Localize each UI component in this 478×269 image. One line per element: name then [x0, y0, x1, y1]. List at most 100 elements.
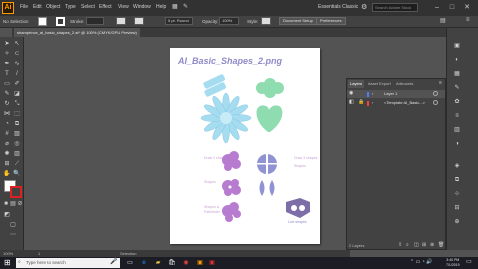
- layer-name[interactable]: <Template AI_Basic...>: [384, 99, 425, 107]
- stroke-weight-dropdown[interactable]: [86, 17, 104, 25]
- store-icon[interactable]: 🛍: [168, 259, 176, 267]
- layer-target-icon[interactable]: [433, 100, 438, 105]
- lasso-tool-icon[interactable]: ⊂: [13, 50, 21, 58]
- arrange-icon[interactable]: ▤: [440, 17, 446, 24]
- line-tool-icon[interactable]: /: [13, 70, 21, 78]
- brush-dropdown[interactable]: 5 pt. Round: [165, 17, 193, 25]
- gradient-panel-icon[interactable]: ▥: [453, 126, 461, 134]
- stroke-color-swatch[interactable]: [10, 186, 22, 198]
- graphic-style-swatch[interactable]: [261, 17, 271, 25]
- pathfinder-panel-icon[interactable]: ⊕: [453, 218, 461, 226]
- slice-tool-icon[interactable]: ⟋: [13, 160, 21, 168]
- new-sublayer-icon[interactable]: ⊞: [422, 242, 426, 248]
- menu-type[interactable]: Type: [65, 4, 76, 10]
- file-explorer-icon[interactable]: ▰: [154, 259, 162, 267]
- collect-export-icon[interactable]: ⇪: [398, 242, 402, 248]
- preferences-button[interactable]: Preferences: [316, 17, 346, 25]
- taskbar-search-input[interactable]: Type here to search: [16, 258, 120, 268]
- width-tool-icon[interactable]: ⋈: [3, 110, 11, 118]
- layers-panel-icon[interactable]: ◈: [453, 162, 461, 170]
- document-tab[interactable]: shamprince_ai_basic_shapes_2.ai* @ 100% …: [14, 28, 140, 37]
- eyedropper-tool-icon[interactable]: ⌀: [3, 140, 11, 148]
- zoom-level[interactable]: 100%: [3, 251, 13, 256]
- layer-expand-icon[interactable]: ›: [372, 100, 373, 105]
- eraser-tool-icon[interactable]: ◪: [13, 90, 21, 98]
- taskbar-clock[interactable]: 3:40 PM 7/1/2019: [446, 258, 460, 268]
- artboard-tool-icon[interactable]: ⊞: [3, 160, 11, 168]
- task-view-icon[interactable]: ▭: [126, 259, 134, 267]
- paintbrush-tool-icon[interactable]: ✐: [13, 80, 21, 88]
- menu-edit[interactable]: Edit: [33, 4, 42, 10]
- lock-icon[interactable]: 🔒: [358, 99, 364, 105]
- minimize-button[interactable]: –: [432, 3, 442, 13]
- locate-object-icon[interactable]: ⌕: [406, 242, 409, 248]
- column-graph-icon[interactable]: ▥: [13, 150, 21, 158]
- free-transform-icon[interactable]: ⬚: [13, 110, 21, 118]
- variable-width-dropdown[interactable]: [116, 17, 126, 25]
- edge-browser-icon[interactable]: e: [140, 259, 148, 267]
- direct-selection-tool-icon[interactable]: ↖: [13, 40, 21, 48]
- swatches-icon[interactable]: ▦: [453, 70, 461, 78]
- edit-toolbar-icon[interactable]: ⋯: [9, 231, 17, 239]
- rotate-tool-icon[interactable]: ↻: [3, 100, 11, 108]
- illustrator-taskbar-icon[interactable]: ▣: [196, 259, 204, 267]
- curvature-tool-icon[interactable]: ∿: [13, 60, 21, 68]
- layer-name[interactable]: Layer 1: [384, 90, 397, 98]
- menu-help[interactable]: Help: [156, 4, 166, 10]
- scale-tool-icon[interactable]: ⤡: [13, 100, 21, 108]
- menu-effect[interactable]: Effect: [99, 4, 112, 10]
- tab-artboards[interactable]: Artboards: [394, 80, 415, 88]
- menu-view[interactable]: View: [118, 4, 129, 10]
- chrome-icon[interactable]: ◉: [182, 259, 190, 267]
- mesh-tool-icon[interactable]: #: [3, 130, 11, 138]
- transform-panel-icon[interactable]: ⊹: [453, 190, 461, 198]
- template-visibility-icon[interactable]: ◧: [349, 99, 354, 105]
- brush-icon[interactable]: ✎: [183, 3, 188, 10]
- zoom-tool-icon[interactable]: 🔍: [13, 170, 21, 178]
- microphone-icon[interactable]: 🎤: [110, 258, 117, 265]
- new-layer-icon[interactable]: ⊕: [430, 242, 434, 248]
- opacity-input[interactable]: 100%: [219, 17, 239, 25]
- symbol-sprayer-icon[interactable]: ✺: [3, 150, 11, 158]
- stock-search-input[interactable]: Search Adobe Stock: [372, 3, 418, 12]
- windows-start-icon[interactable]: ⊞: [4, 258, 11, 267]
- brush-definition-swatch[interactable]: [134, 17, 144, 25]
- color-panel-icon[interactable]: ◐: [453, 56, 461, 64]
- gradient-tool-icon[interactable]: ▨: [13, 130, 21, 138]
- artboards-panel-icon[interactable]: ⧉: [453, 176, 461, 184]
- menu-window[interactable]: Window: [133, 4, 151, 10]
- visibility-eye-icon[interactable]: ◉: [349, 90, 353, 96]
- close-button[interactable]: ✕: [462, 3, 472, 13]
- transparency-icon[interactable]: ◑: [453, 140, 461, 148]
- layers-menu-icon[interactable]: ≡: [439, 80, 442, 86]
- layer-target-icon[interactable]: [433, 91, 438, 96]
- menu-file[interactable]: File: [20, 4, 28, 10]
- align-panel-icon[interactable]: ⊟: [453, 204, 461, 212]
- arrange-documents-icon[interactable]: ▦: [172, 3, 178, 10]
- fill-swatch[interactable]: [38, 17, 47, 26]
- hand-tool-icon[interactable]: ✋: [3, 170, 11, 178]
- shape-builder-icon[interactable]: ◔: [3, 120, 11, 128]
- perspective-grid-icon[interactable]: ⧉: [13, 120, 21, 128]
- system-tray-icons[interactable]: ⌃ ▭ ◔ 🔊: [410, 259, 432, 265]
- panel-menu-icon[interactable]: ≡: [466, 17, 470, 23]
- document-setup-button[interactable]: Document Setup: [279, 17, 317, 25]
- clipping-mask-icon[interactable]: ◫: [414, 242, 419, 248]
- delete-layer-icon[interactable]: 🗑: [438, 242, 444, 248]
- none-mode-icon[interactable]: ⊘: [16, 200, 24, 208]
- tab-asset-export[interactable]: Asset Export: [366, 80, 393, 88]
- symbols-icon[interactable]: ✿: [453, 98, 461, 106]
- gear-icon[interactable]: ⚙: [361, 3, 367, 11]
- properties-icon[interactable]: ▣: [453, 42, 461, 50]
- selection-tool-icon[interactable]: ➤: [3, 40, 11, 48]
- menu-select[interactable]: Select: [81, 4, 95, 10]
- stroke-swatch[interactable]: [56, 17, 65, 26]
- stroke-panel-icon[interactable]: ≡: [453, 112, 461, 120]
- rectangle-tool-icon[interactable]: ▭: [3, 80, 11, 88]
- maximize-button[interactable]: □: [447, 3, 457, 13]
- draw-mode-icon[interactable]: ◩: [3, 211, 11, 219]
- screen-mode-icon[interactable]: ▢: [9, 221, 17, 229]
- magic-wand-icon[interactable]: ✧: [3, 50, 11, 58]
- pen-tool-icon[interactable]: ✒: [3, 60, 11, 68]
- shaper-tool-icon[interactable]: ✎: [3, 90, 11, 98]
